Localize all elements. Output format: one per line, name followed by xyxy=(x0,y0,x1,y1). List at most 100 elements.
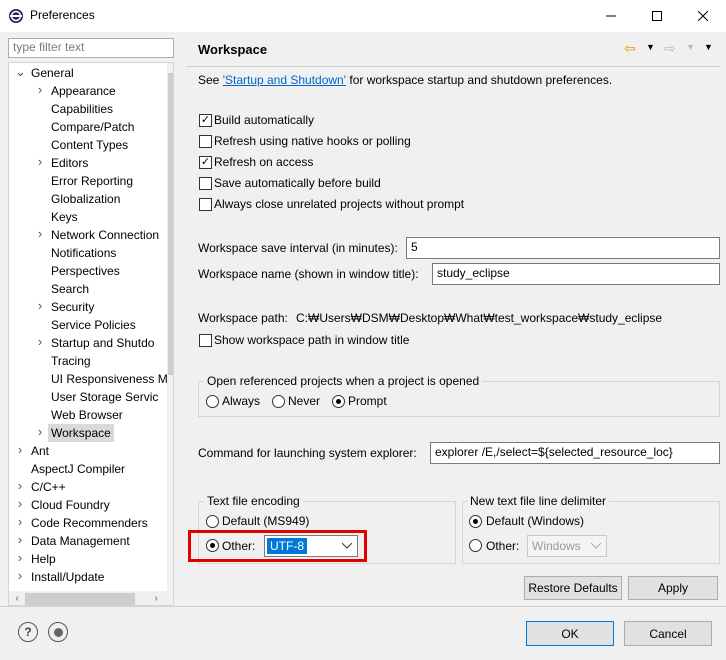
chevron-right-icon[interactable]: › xyxy=(35,82,45,100)
page-title: Workspace xyxy=(198,42,268,57)
delimiter-default-label: Default (Windows) xyxy=(486,514,585,528)
tree-item[interactable]: Compare/Patch xyxy=(51,118,134,136)
tree-item[interactable]: Error Reporting xyxy=(51,172,133,190)
view-menu-icon[interactable]: ▼ xyxy=(704,42,713,52)
chevron-right-icon[interactable]: › xyxy=(15,478,25,496)
tree-item[interactable]: Editors xyxy=(51,154,88,172)
forward-arrow-icon[interactable]: ⇨ xyxy=(664,40,676,57)
minimize-button[interactable] xyxy=(588,0,634,32)
chevron-right-icon[interactable]: › xyxy=(35,154,45,172)
tree-item[interactable]: Data Management xyxy=(31,532,130,550)
option-label: Always close unrelated projects without … xyxy=(214,197,465,211)
tree-item[interactable]: Content Types xyxy=(51,136,128,154)
option-checkbox[interactable] xyxy=(199,135,212,148)
option-checkbox[interactable] xyxy=(199,198,212,211)
restore-defaults-button[interactable]: Restore Defaults xyxy=(524,576,622,600)
always-label: Always xyxy=(222,394,261,408)
delimiter-other-radio[interactable] xyxy=(469,539,482,552)
forward-menu-icon[interactable]: ▼ xyxy=(686,42,695,52)
encoding-default-radio[interactable] xyxy=(206,515,219,528)
tree-item[interactable]: C/C++ xyxy=(31,478,66,496)
delimiter-other-label: Other: xyxy=(486,539,520,553)
prompt-label: Prompt xyxy=(348,394,387,408)
tree-item[interactable]: UI Responsiveness M xyxy=(51,370,168,388)
never-label: Never xyxy=(288,394,321,408)
tree-item[interactable]: Capabilities xyxy=(51,100,113,118)
prompt-radio[interactable] xyxy=(332,395,345,408)
option-checkbox[interactable]: ✓ xyxy=(199,114,212,127)
help-icon[interactable]: ? xyxy=(18,622,38,642)
save-interval-input[interactable]: 5 xyxy=(406,237,720,259)
always-radio[interactable] xyxy=(206,395,219,408)
tree-item[interactable]: Help xyxy=(31,550,56,568)
tree-item[interactable]: Notifications xyxy=(51,244,116,262)
scroll-up-icon[interactable]: ⌃ xyxy=(168,63,173,75)
scroll-left-icon[interactable]: ‹ xyxy=(10,592,24,605)
chevron-down-icon[interactable]: ⌄ xyxy=(15,64,26,82)
open-referenced-title: Open referenced projects when a project … xyxy=(204,374,483,388)
tree-item[interactable]: Web Browser xyxy=(51,406,123,424)
tree-item[interactable]: Code Recommenders xyxy=(31,514,148,532)
chevron-right-icon[interactable]: › xyxy=(35,298,45,316)
tree-item[interactable]: Network Connection xyxy=(51,226,159,244)
option-label: Refresh on access xyxy=(214,155,314,169)
line-delimiter-title: New text file line delimiter xyxy=(467,494,610,508)
tree-item[interactable]: Install/Update xyxy=(31,568,104,586)
apply-button[interactable]: Apply xyxy=(628,576,718,600)
minimize-icon xyxy=(606,15,616,17)
preference-tree: ⌄ General › Appearance Capabilities Compare/P… xyxy=(8,62,174,606)
chevron-right-icon[interactable]: › xyxy=(35,334,45,352)
tree-item[interactable]: Security xyxy=(51,298,94,316)
option-checkbox[interactable] xyxy=(199,177,212,190)
chevron-right-icon[interactable]: › xyxy=(15,568,25,586)
scroll-down-icon[interactable]: ⌄ xyxy=(168,575,173,589)
chevron-right-icon[interactable]: › xyxy=(15,532,25,550)
import-export-icon[interactable] xyxy=(48,622,68,642)
tree-item[interactable]: Search xyxy=(51,280,89,298)
ok-button[interactable]: OK xyxy=(526,621,614,646)
see-line: See 'Startup and Shutdown' for workspace… xyxy=(198,73,612,87)
chevron-right-icon[interactable]: › xyxy=(35,424,45,442)
tree-item[interactable]: Service Policies xyxy=(51,316,136,334)
cancel-button[interactable]: Cancel xyxy=(624,621,712,646)
tree-item[interactable]: AspectJ Compiler xyxy=(31,460,125,478)
tree-item[interactable]: Ant xyxy=(31,442,49,460)
back-menu-icon[interactable]: ▼ xyxy=(646,42,655,52)
chevron-right-icon[interactable]: › xyxy=(15,514,25,532)
option-checkbox[interactable]: ✓ xyxy=(199,156,212,169)
horizontal-scroll-thumb[interactable] xyxy=(25,593,135,605)
chevron-right-icon[interactable]: › xyxy=(15,550,25,568)
workspace-path-value: C:₩Users₩DSM₩Desktop₩What₩test_workspace… xyxy=(296,311,663,325)
vertical-scroll-thumb[interactable] xyxy=(168,73,173,375)
delimiter-default-radio[interactable] xyxy=(469,515,482,528)
close-button[interactable] xyxy=(680,0,726,32)
back-arrow-icon[interactable]: ⇦ xyxy=(624,40,636,57)
tree-item[interactable]: Startup and Shutdo xyxy=(51,334,154,352)
show-path-checkbox[interactable] xyxy=(199,334,212,347)
tree-item[interactable]: User Storage Servic xyxy=(51,388,158,406)
workspace-name-input[interactable]: study_eclipse xyxy=(432,263,720,285)
command-input[interactable]: explorer /E,/select=${selected_resource_… xyxy=(430,442,720,464)
delimiter-select[interactable]: Windows xyxy=(527,535,607,557)
filter-input[interactable]: type filter text xyxy=(8,38,174,58)
chevron-right-icon[interactable]: › xyxy=(15,496,25,514)
tree-item[interactable]: Perspectives xyxy=(51,262,120,280)
option-label: Save automatically before build xyxy=(214,176,381,190)
tree-item[interactable]: Appearance xyxy=(51,82,116,100)
chevron-right-icon[interactable]: › xyxy=(15,442,25,460)
tree-item[interactable]: Cloud Foundry xyxy=(31,496,110,514)
maximize-button[interactable] xyxy=(634,0,680,32)
tree-item[interactable]: General xyxy=(31,64,74,82)
scroll-right-icon[interactable]: › xyxy=(149,592,163,605)
startup-shutdown-link[interactable]: 'Startup and Shutdown' xyxy=(223,73,346,87)
tree-item[interactable]: Workspace xyxy=(48,424,114,442)
footer-divider xyxy=(0,606,726,607)
close-icon xyxy=(698,11,708,21)
chevron-right-icon[interactable]: › xyxy=(35,226,45,244)
tree-item[interactable]: Keys xyxy=(51,208,78,226)
never-radio[interactable] xyxy=(272,395,285,408)
option-label: Refresh using native hooks or polling xyxy=(214,134,411,148)
import-export-dot xyxy=(53,627,63,637)
tree-item[interactable]: Globalization xyxy=(51,190,120,208)
tree-item[interactable]: Tracing xyxy=(51,352,91,370)
